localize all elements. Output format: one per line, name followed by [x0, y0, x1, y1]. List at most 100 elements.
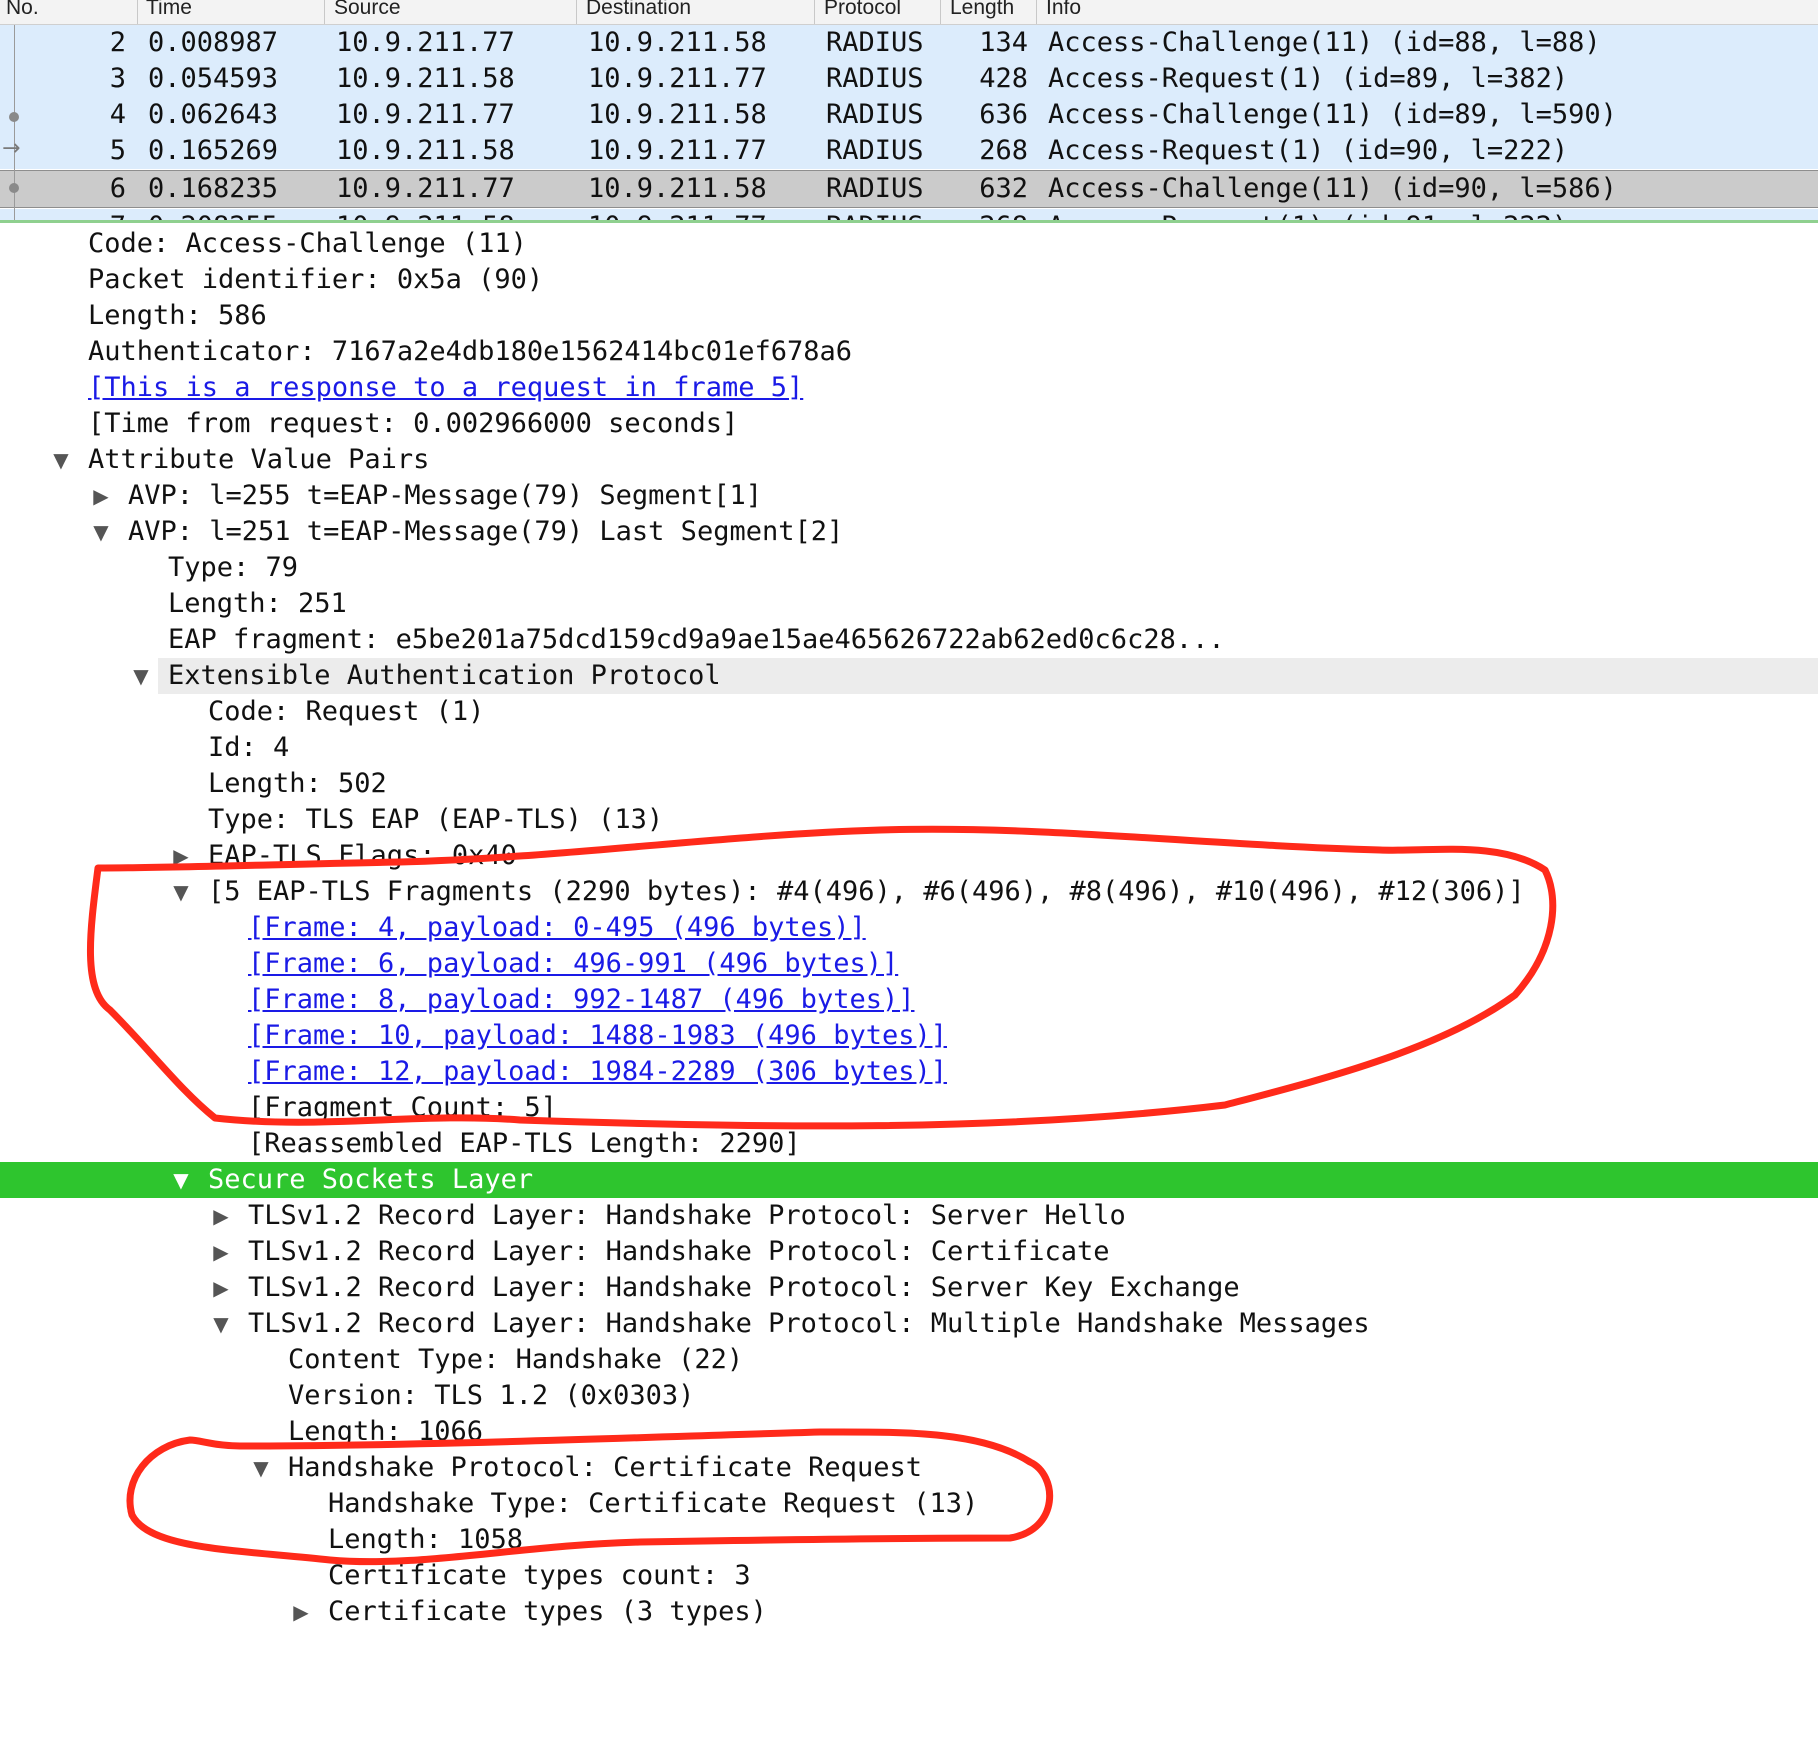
packet-length: 134 [979, 27, 1028, 58]
tree-item-multiple-handshake-messages[interactable]: ▼ TLSv1.2 Record Layer: Handshake Protoc… [0, 1306, 1818, 1342]
tree-item-certificate[interactable]: ▶ TLSv1.2 Record Layer: Handshake Protoc… [0, 1234, 1818, 1270]
collapse-triangle-icon[interactable]: ▼ [248, 1450, 274, 1486]
tree-item-label: Length: 502 [208, 768, 387, 799]
tree-link-frame-10[interactable]: [Frame: 10, payload: 1488-1983 (496 byte… [0, 1018, 1818, 1054]
tree-item-label: Code: Access-Challenge (11) [88, 228, 527, 259]
expand-triangle-icon[interactable]: ▶ [208, 1234, 234, 1270]
tree-item-certificate-types-count[interactable]: Certificate types count: 3 [0, 1558, 1818, 1594]
collapse-triangle-icon[interactable]: ▼ [128, 658, 154, 694]
packet-row[interactable]: 4 0.062643 10.9.211.77 10.9.211.58 RADIU… [0, 97, 1818, 133]
packet-protocol: RADIUS [826, 63, 924, 94]
tree-item-fragment-count[interactable]: [Fragment Count: 5] [0, 1090, 1818, 1126]
collapse-triangle-icon[interactable]: ▼ [88, 514, 114, 550]
packet-source: 10.9.211.77 [336, 27, 515, 58]
tree-link-frame-4[interactable]: [Frame: 4, payload: 0-495 (496 bytes)] [0, 910, 1818, 946]
tree-link-frame-8[interactable]: [Frame: 8, payload: 992-1487 (496 bytes)… [0, 982, 1818, 1018]
collapse-triangle-icon[interactable]: ▼ [208, 1306, 234, 1342]
expand-triangle-icon[interactable]: ▶ [168, 838, 194, 874]
tree-item-eap-tls-fragments[interactable]: ▼ [5 EAP-TLS Fragments (2290 bytes): #4(… [0, 874, 1818, 910]
tree-item-label: Secure Sockets Layer [208, 1164, 534, 1195]
pane-divider[interactable] [0, 220, 1818, 223]
column-header-length[interactable]: Length [950, 0, 1014, 20]
packet-length: 428 [979, 63, 1028, 94]
tree-item-avp-last-segment[interactable]: ▼ AVP: l=251 t=EAP-Message(79) Last Segm… [0, 514, 1818, 550]
tree-item-label[interactable]: [Frame: 4, payload: 0-495 (496 bytes)] [248, 910, 866, 946]
tree-item-secure-sockets-layer[interactable]: ▼ Secure Sockets Layer [0, 1162, 1818, 1198]
tree-link-frame-12[interactable]: [Frame: 12, payload: 1984-2289 (306 byte… [0, 1054, 1818, 1090]
tree-item-eap-id[interactable]: Id: 4 [0, 730, 1818, 766]
tree-item-handshake-type[interactable]: Handshake Type: Certificate Request (13) [0, 1486, 1818, 1522]
tree-item-label[interactable]: [Frame: 6, payload: 496-991 (496 bytes)] [248, 946, 898, 982]
packet-time: 0.008987 [148, 27, 279, 58]
tree-item-avp-segment-1[interactable]: ▶ AVP: l=255 t=EAP-Message(79) Segment[1… [0, 478, 1818, 514]
tree-item-time-from-request[interactable]: [Time from request: 0.002966000 seconds] [0, 406, 1818, 442]
packet-time: 0.168235 [148, 173, 279, 204]
tree-item-length[interactable]: Length: 586 [0, 298, 1818, 334]
tree-item-label: TLSv1.2 Record Layer: Handshake Protocol… [248, 1308, 1370, 1339]
packet-source: 10.9.211.58 [336, 63, 515, 94]
packet-row[interactable]: 3 0.054593 10.9.211.58 10.9.211.77 RADIU… [0, 61, 1818, 97]
expand-triangle-icon[interactable]: ▶ [208, 1198, 234, 1234]
expand-triangle-icon[interactable]: ▶ [288, 1594, 314, 1630]
tree-item-handshake-length[interactable]: Length: 1058 [0, 1522, 1818, 1558]
tree-item-label: Handshake Protocol: Certificate Request [288, 1452, 922, 1483]
expand-triangle-icon[interactable]: ▶ [208, 1270, 234, 1306]
tree-item-label[interactable]: [Frame: 12, payload: 1984-2289 (306 byte… [248, 1054, 947, 1090]
tree-item-content-type[interactable]: Content Type: Handshake (22) [0, 1342, 1818, 1378]
packet-protocol: RADIUS [826, 173, 924, 204]
packet-no: 4 [109, 99, 126, 130]
tree-item-avp-type[interactable]: Type: 79 [0, 550, 1818, 586]
tree-item-eap-code[interactable]: Code: Request (1) [0, 694, 1818, 730]
column-header-destination[interactable]: Destination [586, 0, 691, 20]
tree-item-attribute-value-pairs[interactable]: ▼ Attribute Value Pairs [0, 442, 1818, 478]
column-header-info[interactable]: Info [1046, 0, 1081, 20]
tree-item-label: Packet identifier: 0x5a (90) [88, 264, 544, 295]
tree-item-eap-tls-flags[interactable]: ▶ EAP-TLS Flags: 0x40 [0, 838, 1818, 874]
packet-row[interactable]: 2 0.008987 10.9.211.77 10.9.211.58 RADIU… [0, 25, 1818, 61]
tree-item-label: EAP-TLS Flags: 0x40 [208, 840, 517, 871]
tree-item-eap-length[interactable]: Length: 502 [0, 766, 1818, 802]
packet-source: 10.9.211.77 [336, 173, 515, 204]
collapse-triangle-icon[interactable]: ▼ [48, 442, 74, 478]
tree-item-eap-fragment[interactable]: EAP fragment: e5be201a75dcd159cd9a9ae15a… [0, 622, 1818, 658]
tree-item-label: Id: 4 [208, 732, 290, 763]
tree-item-server-key-exchange[interactable]: ▶ TLSv1.2 Record Layer: Handshake Protoc… [0, 1270, 1818, 1306]
collapse-triangle-icon[interactable]: ▼ [168, 1162, 194, 1198]
tree-item-eap[interactable]: ▼ Extensible Authentication Protocol [0, 658, 1818, 694]
tree-item-label: AVP: l=251 t=EAP-Message(79) Last Segmen… [128, 516, 844, 547]
tree-link-response-to-request[interactable]: [This is a response to a request in fram… [0, 370, 1818, 406]
packet-source: 10.9.211.77 [336, 99, 515, 130]
packet-info: Access-Request(1) (id=90, l=222) [1048, 135, 1569, 166]
packet-destination: 10.9.211.58 [588, 173, 767, 204]
packet-protocol: RADIUS [826, 135, 924, 166]
tree-item-reassembled-length[interactable]: [Reassembled EAP-TLS Length: 2290] [0, 1126, 1818, 1162]
column-header-source[interactable]: Source [334, 0, 401, 20]
packet-row[interactable]: 5 0.165269 10.9.211.58 10.9.211.77 RADIU… [0, 133, 1818, 169]
tree-item-authenticator[interactable]: Authenticator: 7167a2e4db180e1562414bc01… [0, 334, 1818, 370]
tree-item-certificate-request[interactable]: ▼ Handshake Protocol: Certificate Reques… [0, 1450, 1818, 1486]
tree-item-certificate-types[interactable]: ▶ Certificate types (3 types) [0, 1594, 1818, 1630]
tree-item-version[interactable]: Version: TLS 1.2 (0x0303) [0, 1378, 1818, 1414]
tree-item-label: Length: 1058 [328, 1524, 524, 1555]
tree-item-label: EAP fragment: e5be201a75dcd159cd9a9ae15a… [168, 624, 1225, 655]
packet-destination: 10.9.211.58 [588, 99, 767, 130]
column-header-protocol[interactable]: Protocol [824, 0, 901, 20]
tree-item-packet-identifier[interactable]: Packet identifier: 0x5a (90) [0, 262, 1818, 298]
tree-item-label: Handshake Type: Certificate Request (13) [328, 1488, 979, 1519]
tree-item-label[interactable]: [Frame: 10, payload: 1488-1983 (496 byte… [248, 1018, 947, 1054]
expand-triangle-icon[interactable]: ▶ [88, 478, 114, 514]
packet-info: Access-Challenge(11) (id=90, l=586) [1048, 173, 1617, 204]
tree-item-record-length[interactable]: Length: 1066 [0, 1414, 1818, 1450]
tree-link-frame-6[interactable]: [Frame: 6, payload: 496-991 (496 bytes)] [0, 946, 1818, 982]
tree-item-code[interactable]: Code: Access-Challenge (11) [0, 226, 1818, 262]
column-header-no[interactable]: No. [6, 0, 39, 20]
tree-item-label: Length: 251 [168, 588, 347, 619]
column-header-time[interactable]: Time [146, 0, 192, 20]
tree-item-server-hello[interactable]: ▶ TLSv1.2 Record Layer: Handshake Protoc… [0, 1198, 1818, 1234]
collapse-triangle-icon[interactable]: ▼ [168, 874, 194, 910]
packet-row-selected[interactable]: 6 0.168235 10.9.211.77 10.9.211.58 RADIU… [0, 170, 1818, 208]
tree-item-label[interactable]: [This is a response to a request in fram… [88, 370, 803, 406]
tree-item-eap-type[interactable]: Type: TLS EAP (EAP-TLS) (13) [0, 802, 1818, 838]
tree-item-label[interactable]: [Frame: 8, payload: 992-1487 (496 bytes)… [248, 982, 914, 1018]
tree-item-avp-length[interactable]: Length: 251 [0, 586, 1818, 622]
